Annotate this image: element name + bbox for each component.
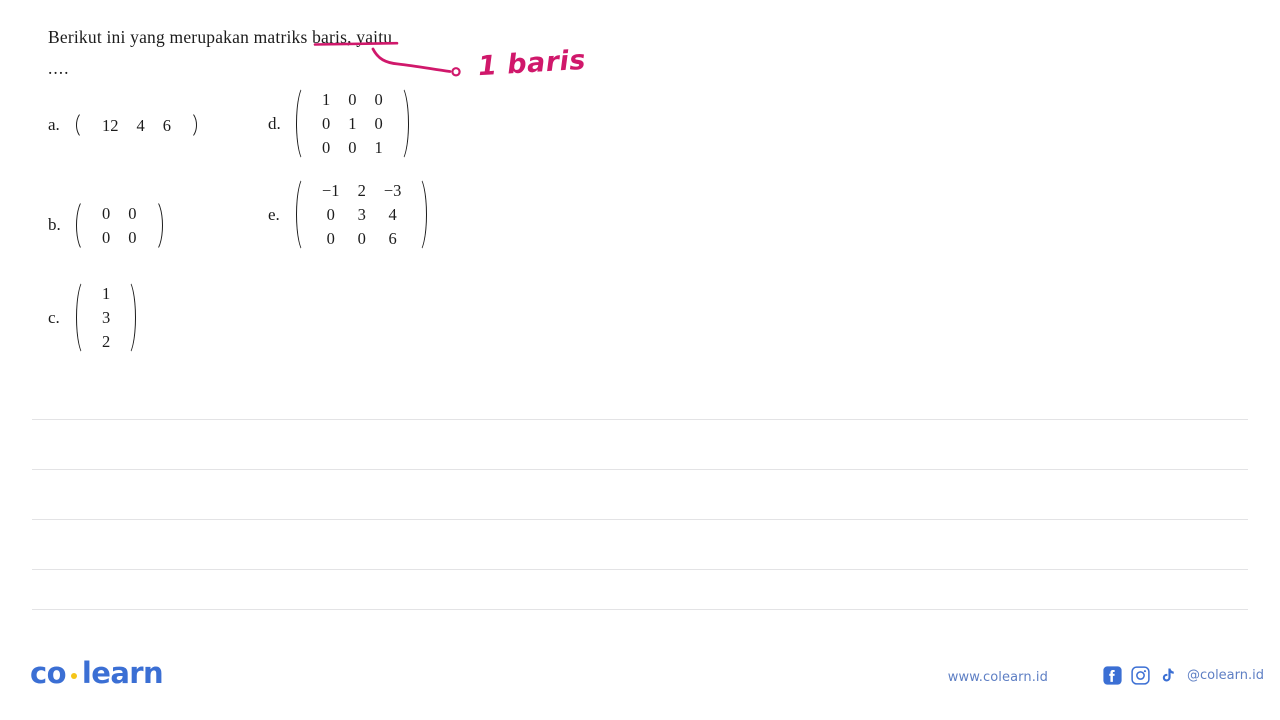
option-e-label: e. <box>268 204 280 224</box>
matrix-cell: 4 <box>136 115 145 135</box>
answer-rule-line <box>32 569 1248 570</box>
answer-rule-line <box>32 469 1248 470</box>
option-a-matrix: 12 4 6 <box>74 110 199 140</box>
option-d[interactable]: d. 100010001 <box>268 84 411 163</box>
matrix-cell: 6 <box>388 229 397 249</box>
annotation-text: 1 baris <box>477 44 587 83</box>
option-e[interactable]: e. −1 2 −3 0 3 4 0 0 6 <box>268 175 429 254</box>
option-c-matrix: 1 3 2 <box>74 278 138 357</box>
matrix-cell: 1 <box>322 89 331 109</box>
option-d-grid: 100010001 <box>307 84 398 163</box>
option-a-label: a. <box>48 115 60 135</box>
matrix-cell: 0 <box>348 89 357 109</box>
colearn-logo: co learn <box>30 656 164 690</box>
matrix-cell: 0 <box>357 229 366 249</box>
option-e-matrix: −1 2 −3 0 3 4 0 0 6 <box>294 175 429 254</box>
answer-rule-line <box>32 609 1248 610</box>
matrix-cell: 4 <box>388 204 397 224</box>
option-d-label: d. <box>268 113 281 133</box>
option-c-label: c. <box>48 307 60 327</box>
answer-rule-line <box>32 419 1248 420</box>
matrix-cell: 0 <box>102 203 111 223</box>
right-paren-icon <box>416 175 428 254</box>
logo-text-learn: learn <box>81 656 164 690</box>
matrix-cell: 2 <box>357 180 366 200</box>
handwritten-annotation-layer <box>313 41 461 77</box>
matrix-cell: 12 <box>102 115 119 135</box>
answer-rule-line <box>32 519 1248 520</box>
option-a[interactable]: a. 12 4 6 <box>48 110 199 140</box>
matrix-cell: 1 <box>374 138 383 158</box>
left-paren-icon <box>296 175 307 254</box>
logo-text-co: co <box>30 656 67 690</box>
worksheet-page: Berikut ini yang merupakan matriks baris… <box>0 0 1280 720</box>
option-c[interactable]: c. 1 3 2 <box>48 278 138 357</box>
matrix-cell: −1 <box>322 180 340 200</box>
right-paren-icon <box>186 110 197 140</box>
matrix-cell: 0 <box>128 203 137 223</box>
matrix-cell: 6 <box>162 115 171 135</box>
left-paren-icon <box>76 198 87 253</box>
instagram-icon[interactable] <box>1131 666 1150 685</box>
option-e-grid: −1 2 −3 0 3 4 0 0 6 <box>307 175 416 254</box>
question-prompt: Berikut ini yang merupakan matriks baris… <box>48 27 393 47</box>
tiktok-icon[interactable] <box>1159 666 1176 685</box>
matrix-cell: 1 <box>348 113 357 133</box>
right-paren-icon <box>398 84 409 163</box>
matrix-cell: 0 <box>322 138 331 158</box>
matrix-cell: 0 <box>326 204 335 224</box>
matrix-cell: 0 <box>102 227 111 247</box>
matrix-cell: 3 <box>357 204 366 224</box>
facebook-icon[interactable] <box>1103 666 1122 685</box>
matrix-cell: 0 <box>348 138 357 158</box>
footer-social-links: @colearn.id <box>1103 666 1264 685</box>
matrix-cell: 0 <box>322 113 331 133</box>
left-paren-icon <box>76 278 87 357</box>
option-b-label: b. <box>48 215 61 235</box>
option-a-grid: 12 4 6 <box>87 110 186 140</box>
matrix-cell: 3 <box>102 307 111 327</box>
option-b-grid: 0000 <box>87 198 152 253</box>
footer-website-link[interactable]: www.colearn.id <box>948 670 1048 685</box>
matrix-cell: 0 <box>128 227 137 247</box>
arrow-curve-stroke <box>371 47 452 73</box>
matrix-cell: 2 <box>102 332 111 352</box>
option-b-matrix: 0000 <box>74 198 165 253</box>
right-paren-icon <box>152 198 163 253</box>
arrow-loop-head-icon <box>451 67 461 77</box>
matrix-cell: 1 <box>102 283 111 303</box>
left-paren-icon <box>296 84 307 163</box>
question-continuation: .... <box>48 58 70 78</box>
matrix-cell: 0 <box>374 89 383 109</box>
left-paren-icon <box>76 110 87 140</box>
matrix-cell: 0 <box>374 113 383 133</box>
matrix-cell: −3 <box>383 180 402 200</box>
option-d-matrix: 100010001 <box>294 84 411 163</box>
matrix-cell: 0 <box>326 229 335 249</box>
social-handle: @colearn.id <box>1186 668 1264 683</box>
logo-dot-icon <box>70 673 77 679</box>
option-b[interactable]: b. 0000 <box>48 198 165 253</box>
right-paren-icon <box>125 278 137 357</box>
